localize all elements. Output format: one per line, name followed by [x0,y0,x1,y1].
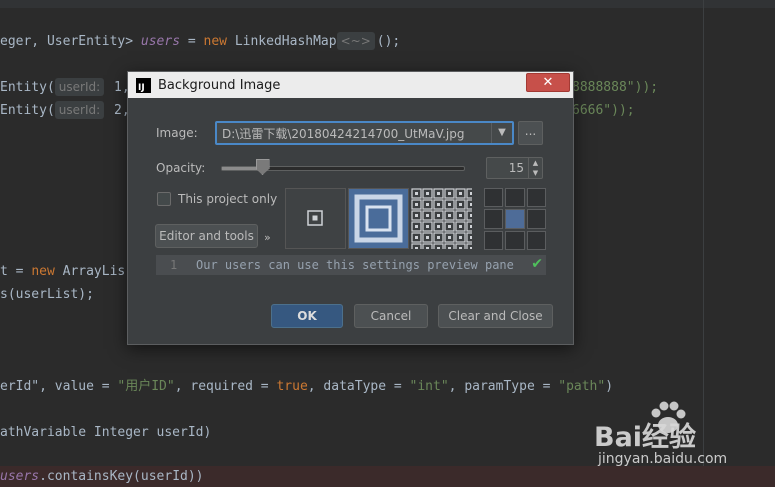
code-line: Entity(userId: 2, [0,101,130,119]
cancel-button[interactable]: Cancel [354,304,428,328]
fill-mode-tile[interactable] [411,188,472,249]
tiled-squares-icon [411,188,472,249]
ok-button[interactable]: OK [271,304,343,328]
dialog-titlebar[interactable]: IJ Background Image ✕ [128,72,573,98]
opacity-label: Opacity: [156,161,206,175]
clear-and-close-button[interactable]: Clear and Close [438,304,553,328]
this-project-only-checkbox[interactable] [157,192,171,206]
opacity-spinner[interactable]: 15 ▲ ▼ [486,157,543,179]
fill-mode-plain[interactable] [285,188,346,249]
preview-text: Our users can use this settings preview … [196,258,514,272]
anchor-bottom-right[interactable] [526,230,546,250]
code-line: eger, UserEntity> users = new LinkedHash… [0,32,401,50]
spin-up-icon[interactable]: ▲ [529,158,542,168]
code-line: users.containsKey(userId)) [0,469,204,484]
preview-line-number: 1 [170,258,178,272]
baidu-watermark-url: jingyan.baidu.com [598,451,728,467]
checkmark-icon: ✔ [531,256,543,272]
intellij-app-icon: IJ [136,77,151,93]
code-line: t = new ArrayLis [0,264,126,279]
this-project-only-label: This project only [178,192,278,206]
anchor-right[interactable] [526,209,546,229]
anchor-top[interactable] [505,188,525,208]
image-path-value: D:\迅雷下载\20180424214700_UtMaV.jpg [222,126,465,141]
spinner-arrows[interactable]: ▲ ▼ [528,158,542,178]
anchor-left[interactable] [484,209,504,229]
param-hint: userId: [54,101,105,119]
scaled-square-icon [354,194,403,243]
param-hint: userId: [54,78,105,96]
browse-button[interactable]: ... [518,121,543,145]
anchor-position-grid[interactable] [484,188,546,250]
dialog-title: Background Image [158,77,281,93]
code-line: erId", value = "用户ID", required = true, … [0,379,614,394]
image-path-combobox[interactable]: D:\迅雷下载\20180424214700_UtMaV.jpg ▼ [215,121,514,145]
editor-top-strip [0,0,775,8]
code-line: Entity(userId: 1, [0,78,130,96]
close-button[interactable]: ✕ [526,73,570,92]
code-line: athVariable Integer userId) [0,425,212,440]
anchor-top-left[interactable] [484,188,504,208]
anchor-center[interactable] [505,209,525,229]
spin-down-icon[interactable]: ▼ [529,168,542,178]
right-margin-guide [703,0,704,485]
image-label: Image: [156,126,198,140]
close-icon: ✕ [542,75,554,90]
editor-and-tools-button[interactable]: Editor and tools [155,224,258,248]
opacity-slider-thumb[interactable] [255,159,270,175]
more-chevron-icon[interactable]: » [264,231,271,244]
fill-mode-scale[interactable] [348,188,409,249]
settings-preview-pane: 1 Our users can use this settings previe… [156,255,546,275]
baidu-watermark-logo: Bai经验 [594,422,697,453]
opacity-value: 15 [508,161,524,175]
dropdown-arrow-icon[interactable]: ▼ [491,123,512,143]
code-line: s(userList); [0,287,94,302]
anchor-top-right[interactable] [526,188,546,208]
anchor-bottom-left[interactable] [484,230,504,250]
code-line-tail: 6666")); [572,103,635,118]
opacity-slider-fill [222,167,259,170]
background-image-dialog: IJ Background Image ✕ Image: D:\迅雷下载\201… [127,71,574,345]
plain-square-icon [307,210,323,226]
anchor-bottom[interactable] [505,230,525,250]
code-line-tail: 8888888")); [572,80,659,95]
